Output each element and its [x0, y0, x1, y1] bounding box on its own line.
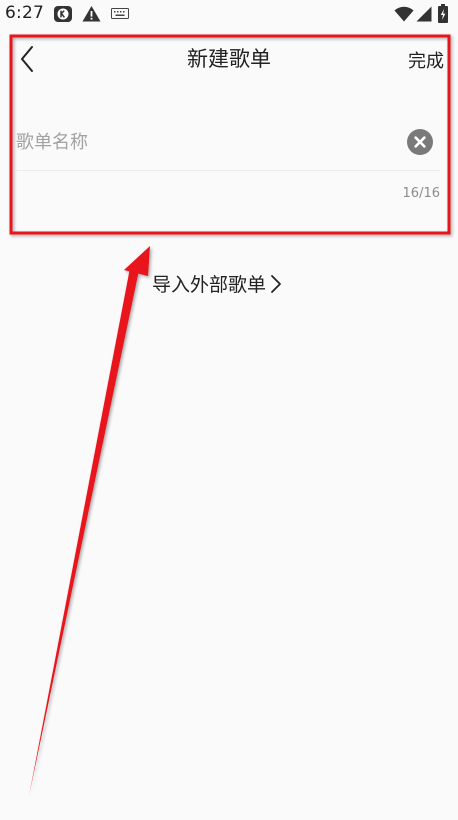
- wifi-icon: [394, 6, 414, 22]
- status-time: 6:27: [5, 3, 44, 23]
- page-title: 新建歌单: [187, 47, 271, 71]
- playlist-name-input[interactable]: [16, 124, 396, 160]
- battery-charging-icon: [438, 4, 448, 23]
- signal-icon: [416, 6, 432, 22]
- app-k-icon: [54, 6, 72, 22]
- import-link-label: 导入外部歌单: [152, 274, 267, 296]
- input-divider: [16, 170, 440, 171]
- chevron-right-icon: [271, 274, 281, 293]
- char-counter: 16/16: [402, 186, 440, 201]
- status-bar: 6:27: [0, 0, 458, 28]
- import-external-playlist-link[interactable]: 导入外部歌单: [152, 270, 282, 297]
- annotation-arrow: [29, 246, 150, 796]
- annotation-overlay: [9, 34, 451, 796]
- warning-icon: [82, 6, 101, 22]
- clear-circle-icon: [407, 129, 433, 155]
- done-button[interactable]: 完成: [408, 47, 444, 73]
- keyboard-icon: [111, 8, 129, 19]
- clear-input-button[interactable]: [407, 129, 433, 155]
